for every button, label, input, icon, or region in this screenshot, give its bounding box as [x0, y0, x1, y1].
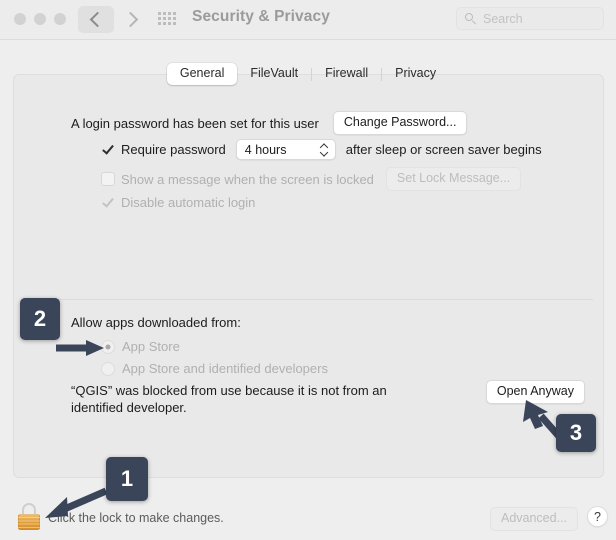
login-password-status-label: A login password has been set for this u…	[71, 115, 319, 131]
tab-firewall[interactable]: Firewall	[312, 63, 381, 85]
set-lock-message-button: Set Lock Message...	[385, 167, 522, 191]
chevron-left-icon	[89, 11, 106, 28]
app-store-identified-developers-radio	[101, 361, 115, 376]
window-title: Security & Privacy	[192, 8, 330, 25]
chevron-right-icon	[122, 11, 139, 28]
general-pane: A login password has been set for this u…	[13, 74, 604, 478]
require-password-suffix-label: after sleep or screen saver begins	[345, 142, 542, 157]
allow-apps-heading-row: Allow apps downloaded from:	[71, 315, 241, 330]
search-placeholder: Search	[483, 11, 523, 26]
navigation-buttons	[78, 6, 150, 33]
disable-automatic-login-row: Disable automatic login	[101, 195, 255, 210]
traffic-lights	[14, 13, 66, 25]
tab-privacy[interactable]: Privacy	[382, 63, 449, 85]
show-lock-message-row: Show a message when the screen is locked…	[101, 167, 522, 191]
blocked-app-message: “QGIS” was blocked from use because it i…	[71, 383, 387, 415]
annotation-badge-2: 2	[20, 298, 60, 340]
require-password-label: Require password	[121, 142, 226, 157]
allow-apps-heading-label: Allow apps downloaded from:	[71, 315, 241, 330]
annotation-badge-3: 3	[556, 414, 596, 452]
section-divider	[24, 299, 593, 300]
search-icon	[465, 13, 476, 24]
help-button[interactable]: ?	[587, 506, 608, 527]
annotation-arrow-1	[45, 487, 108, 518]
app-store-identified-developers-radio-row: App Store and identified developers	[101, 361, 328, 376]
app-store-identified-developers-radio-label: App Store and identified developers	[122, 361, 328, 376]
show-lock-message-checkbox	[101, 172, 115, 186]
require-password-checkbox[interactable]	[101, 143, 115, 157]
minimize-window-button[interactable]	[34, 13, 46, 25]
app-store-radio-label: App Store	[122, 339, 180, 354]
window-toolbar: Security & Privacy Search	[0, 0, 616, 40]
search-field[interactable]: Search	[456, 7, 604, 30]
login-password-status-row: A login password has been set for this u…	[71, 111, 468, 135]
require-password-interval-select[interactable]: 4 hours	[235, 139, 336, 160]
require-password-interval-value: 4 hours	[244, 142, 287, 157]
back-button[interactable]	[78, 6, 114, 33]
preference-tabs: General FileVault Firewall Privacy	[0, 63, 616, 85]
app-store-radio-row: App Store	[101, 339, 180, 354]
disable-automatic-login-label: Disable automatic login	[121, 195, 256, 210]
annotation-arrow-2	[56, 340, 104, 356]
change-password-button[interactable]: Change Password...	[332, 111, 468, 135]
advanced-button: Advanced...	[489, 507, 578, 531]
annotation-badge-1: 1	[106, 457, 148, 501]
disable-automatic-login-checkbox	[101, 196, 115, 210]
tab-general[interactable]: General	[166, 63, 238, 85]
require-password-row: Require password 4 hours after sleep or …	[101, 139, 542, 160]
show-all-grid-icon[interactable]	[158, 12, 178, 25]
close-window-button[interactable]	[14, 13, 26, 25]
forward-button[interactable]	[114, 6, 150, 33]
zoom-window-button[interactable]	[54, 13, 66, 25]
stepper-chevrons-icon	[320, 143, 328, 156]
tab-filevault[interactable]: FileVault	[237, 63, 311, 85]
show-lock-message-label: Show a message when the screen is locked	[121, 171, 374, 187]
